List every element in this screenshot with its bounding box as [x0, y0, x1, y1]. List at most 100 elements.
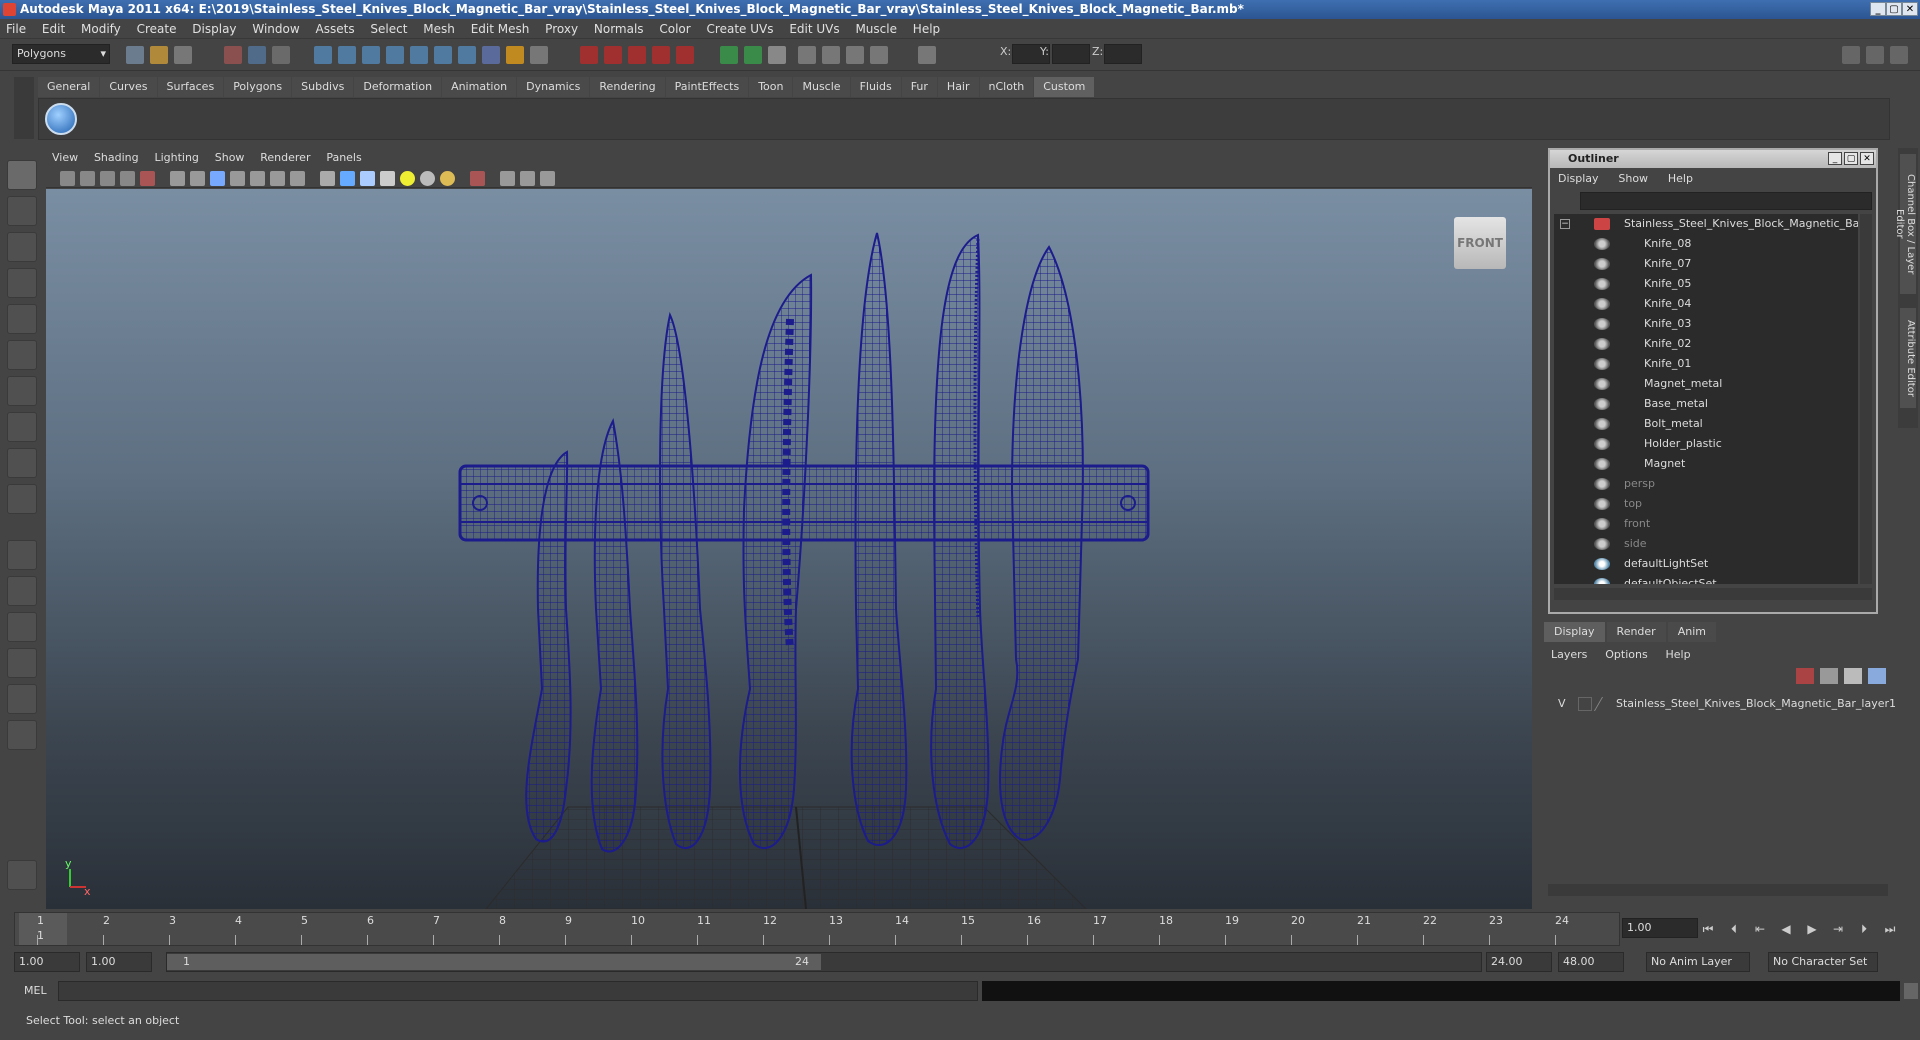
shelf-tab-polygons[interactable]: Polygons — [224, 77, 292, 97]
shelf-tab-surfaces[interactable]: Surfaces — [157, 77, 224, 97]
shelf-tab-hair[interactable]: Hair — [937, 77, 979, 97]
outliner-root-row[interactable]: − Stainless_Steel_Knives_Block_Magnetic_… — [1554, 214, 1858, 234]
image-plane-icon[interactable] — [120, 171, 135, 186]
shelf-tab-rendering[interactable]: Rendering — [590, 77, 665, 97]
menu-color[interactable]: Color — [653, 19, 696, 39]
shadows-icon[interactable] — [420, 171, 435, 186]
use-all-lights-icon[interactable] — [400, 171, 415, 186]
select-tool-icon[interactable] — [7, 160, 37, 190]
layout-single-icon[interactable] — [7, 540, 37, 570]
smooth-shade-icon[interactable] — [340, 171, 355, 186]
shelf-options[interactable] — [14, 77, 34, 139]
list-item[interactable]: Knife_05 — [1554, 274, 1858, 294]
list-item[interactable]: Knife_08 — [1554, 234, 1858, 254]
anim-layer-dropdown[interactable]: No Anim Layer — [1646, 952, 1750, 972]
list-item[interactable]: Knife_03 — [1554, 314, 1858, 334]
history-icon[interactable] — [434, 46, 452, 64]
knife-7[interactable] — [999, 245, 1084, 841]
current-frame-field[interactable]: 1.00 — [1622, 918, 1698, 938]
close-button[interactable]: ✕ — [1902, 2, 1918, 16]
shelf-tab-ncloth[interactable]: nCloth — [979, 77, 1034, 97]
paint-brush-icon[interactable] — [7, 860, 37, 890]
resolution-gate-icon[interactable] — [210, 171, 225, 186]
render-settings-icon[interactable] — [628, 46, 646, 64]
soft-modification-icon[interactable] — [7, 412, 37, 442]
menu-edit[interactable]: Edit — [36, 19, 71, 39]
isolate-select-icon[interactable] — [470, 171, 485, 186]
textured-icon[interactable] — [380, 171, 395, 186]
range-slider-handle[interactable]: 1 24 — [167, 954, 821, 970]
list-item[interactable]: Bolt_metal — [1554, 414, 1858, 434]
xray-icon[interactable] — [500, 171, 515, 186]
list-item[interactable]: front — [1554, 514, 1858, 534]
viewport-menu-view[interactable]: View — [46, 148, 84, 168]
safe-action-icon[interactable] — [270, 171, 285, 186]
new-scene-icon[interactable] — [126, 46, 144, 64]
new-layer-from-selection-icon[interactable] — [1868, 668, 1886, 684]
outliner-minimize-button[interactable]: _ — [1828, 152, 1842, 165]
step-forward-frame-icon[interactable]: ⏵ — [1856, 922, 1872, 936]
knife-4[interactable] — [738, 273, 813, 850]
menu-create[interactable]: Create — [131, 19, 183, 39]
knife-6[interactable] — [930, 233, 990, 850]
channel-box-tab[interactable]: Channel Box / Layer Editor — [1894, 154, 1916, 294]
list-item[interactable]: Magnet — [1554, 454, 1858, 474]
list-item[interactable]: Knife_04 — [1554, 294, 1858, 314]
shelf-tab-fluids[interactable]: Fluids — [850, 77, 901, 97]
snap-grid-icon[interactable] — [314, 46, 332, 64]
snap-point-icon[interactable] — [362, 46, 380, 64]
select-by-hierarchy-icon[interactable] — [224, 46, 242, 64]
y-field[interactable] — [1052, 44, 1090, 64]
menu-edit-mesh[interactable]: Edit Mesh — [465, 19, 536, 39]
list-item[interactable]: Knife_07 — [1554, 254, 1858, 274]
layer-move-up-icon[interactable] — [1796, 668, 1814, 684]
paint-select-tool-icon[interactable] — [7, 232, 37, 262]
menu-window[interactable]: Window — [246, 19, 305, 39]
viewport-menu-lighting[interactable]: Lighting — [148, 148, 204, 168]
go-to-start-icon[interactable]: ⏮ — [1700, 922, 1716, 936]
layer-menu-options[interactable]: Options — [1598, 646, 1654, 664]
shelf-tab-subdivs[interactable]: Subdivs — [292, 77, 354, 97]
hypershade-icon[interactable] — [652, 46, 670, 64]
command-language-label[interactable]: MEL — [24, 984, 47, 997]
layer-editor-scrollbar[interactable] — [1548, 884, 1888, 896]
menu-file[interactable]: File — [0, 19, 32, 39]
channel-icon[interactable] — [768, 46, 786, 64]
outliner-horizontal-scrollbar[interactable] — [1554, 588, 1872, 600]
outliner-close-button[interactable]: ✕ — [1860, 152, 1874, 165]
wireframe-on-shaded-icon[interactable] — [360, 171, 375, 186]
toggle-tool-settings-icon[interactable] — [1866, 46, 1884, 64]
help-icon[interactable] — [482, 46, 500, 64]
lock-icon[interactable] — [506, 46, 524, 64]
custom-shelf-check-icon[interactable] — [45, 103, 77, 135]
view-cube-front[interactable]: FRONT — [1454, 217, 1506, 269]
menu-set-dropdown[interactable]: Polygons — [12, 44, 110, 64]
select-by-component-icon[interactable] — [272, 46, 290, 64]
character-set-dropdown[interactable]: No Character Set — [1768, 952, 1878, 972]
toggle-channel-box-icon[interactable] — [1890, 46, 1908, 64]
menu-modify[interactable]: Modify — [75, 19, 127, 39]
playback-start-field[interactable]: 1.00 — [86, 952, 152, 972]
layout-custom-icon[interactable] — [7, 720, 37, 750]
magnetic-bar[interactable] — [458, 464, 1150, 542]
default-light-icon[interactable] — [440, 171, 455, 186]
shelf-tab-fur[interactable]: Fur — [901, 77, 937, 97]
layout-outliner-icon[interactable] — [7, 612, 37, 642]
knife-3[interactable] — [659, 311, 712, 850]
construction-icon[interactable] — [458, 46, 476, 64]
field-chart-icon[interactable] — [250, 171, 265, 186]
outliner-vertical-scrollbar[interactable] — [1860, 214, 1872, 584]
layer-row[interactable]: V Stainless_Steel_Knives_Block_Magnetic_… — [1548, 694, 1896, 714]
ipr-render-icon[interactable] — [604, 46, 622, 64]
gate-mask-icon[interactable] — [230, 171, 245, 186]
shelf-tab-muscle[interactable]: Muscle — [793, 77, 850, 97]
play-backwards-icon[interactable]: ◀ — [1778, 922, 1794, 936]
viewport-menu-shading[interactable]: Shading — [88, 148, 145, 168]
viewport-menu-panels[interactable]: Panels — [320, 148, 367, 168]
layer-color-swatch[interactable] — [1593, 697, 1617, 711]
relative-transform-icon[interactable] — [918, 46, 936, 64]
tab-display[interactable]: Display — [1544, 622, 1605, 642]
step-back-key-icon[interactable]: ⇤ — [1752, 922, 1768, 936]
tab-render[interactable]: Render — [1606, 622, 1666, 642]
step-back-frame-icon[interactable]: ⏴ — [1726, 922, 1742, 936]
